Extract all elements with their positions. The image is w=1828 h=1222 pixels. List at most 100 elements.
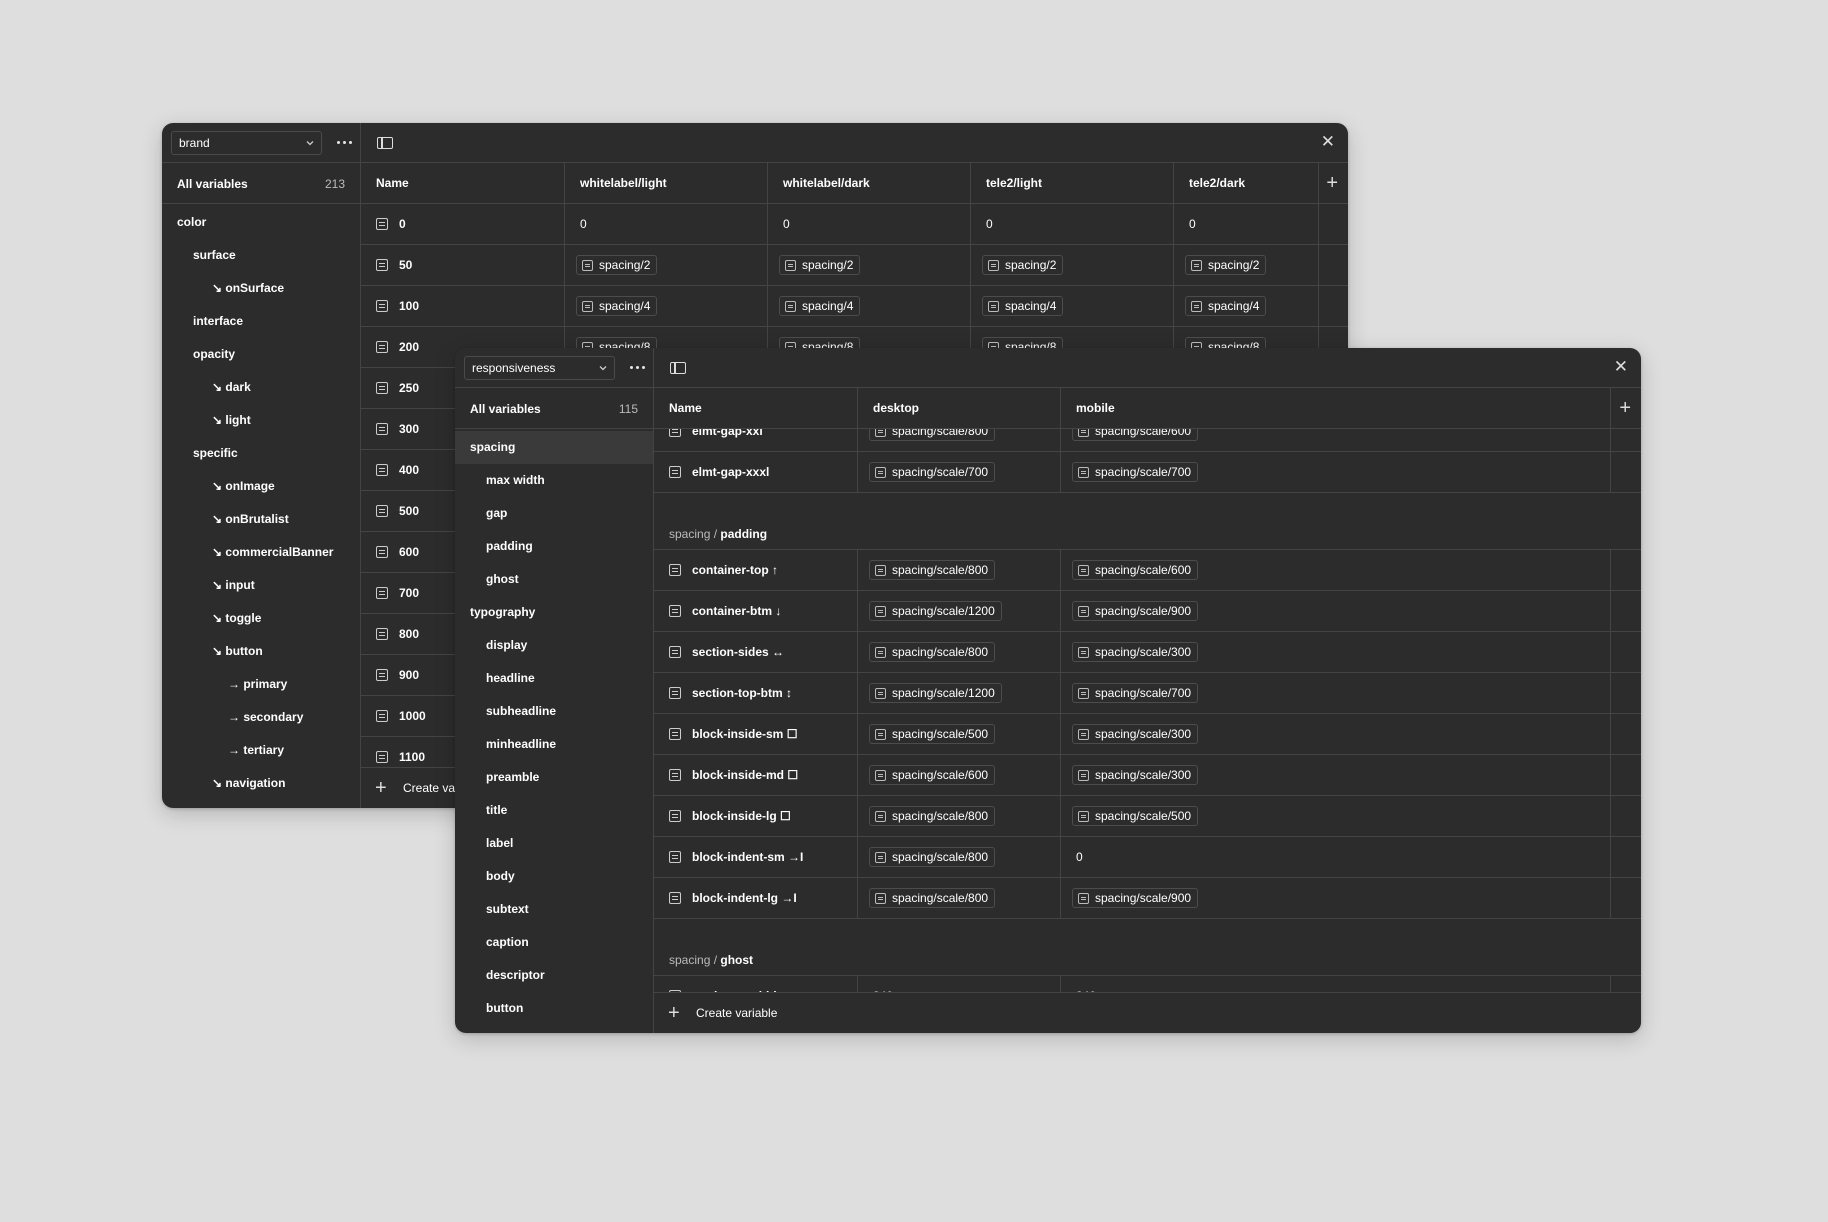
sidebar-toggle-icon[interactable]	[670, 362, 686, 374]
sidebar-group-item[interactable]: ↘ navigation	[162, 767, 360, 800]
collection-select[interactable]: responsiveness	[464, 356, 615, 380]
alias-chip[interactable]: spacing/scale/1200	[869, 683, 1002, 703]
sidebar-group-item[interactable]: body	[455, 860, 653, 893]
alias-chip[interactable]: spacing/2	[1185, 255, 1267, 275]
value-cell[interactable]: spacing/scale/800	[858, 550, 1061, 590]
alias-chip[interactable]: spacing/scale/500	[869, 724, 996, 744]
value-cell[interactable]: spacing/scale/300	[1061, 714, 1611, 754]
value-cell[interactable]: spacing/scale/800	[858, 796, 1061, 836]
alias-chip[interactable]: spacing/scale/300	[1072, 724, 1199, 744]
sidebar-group-item[interactable]: ↘ onSurface	[162, 272, 360, 305]
column-header[interactable]: whitelabel/light	[565, 163, 768, 203]
column-header[interactable]: Name	[361, 163, 565, 203]
name-cell[interactable]: 0	[361, 204, 565, 244]
sidebar-group-item[interactable]: interface	[162, 305, 360, 338]
sidebar-group-item[interactable]: → secondary	[162, 701, 360, 734]
alias-chip[interactable]: spacing/4	[982, 296, 1064, 316]
sidebar-group-item[interactable]: gap	[455, 497, 653, 530]
column-header[interactable]: tele2/dark	[1174, 163, 1319, 203]
table-row[interactable]: 100 spacing/4 spacing/4 spacing/4 spacing/4	[361, 286, 1348, 327]
sidebar-group-item[interactable]: color	[162, 206, 360, 239]
sidebar-group-item[interactable]: ↘ input	[162, 569, 360, 602]
value-cell[interactable]: spacing/scale/300	[1061, 755, 1611, 795]
sidebar-group-item[interactable]: ↘ button	[162, 635, 360, 668]
alias-chip[interactable]: spacing/2	[982, 255, 1064, 275]
collection-select[interactable]: brand	[171, 131, 322, 155]
sidebar-group-item[interactable]: max width	[455, 464, 653, 497]
name-cell[interactable]: block-indent-lg →I	[654, 878, 858, 918]
sidebar-group-item[interactable]: ghost	[455, 563, 653, 596]
table-row[interactable]: 50 spacing/2 spacing/2 spacing/2 spacing/2	[361, 245, 1348, 286]
add-column-icon[interactable]: +	[1326, 163, 1338, 203]
value-cell[interactable]: spacing/4	[565, 286, 768, 326]
alias-chip[interactable]: spacing/scale/300	[1072, 765, 1199, 785]
table-row[interactable]: block-indent-sm →I spacing/scale/800 0	[654, 837, 1641, 878]
name-cell[interactable]: elmt-gap-xxxl	[654, 452, 858, 492]
alias-chip[interactable]: spacing/4	[1185, 296, 1267, 316]
more-options-icon[interactable]	[630, 366, 645, 369]
sidebar-group-item[interactable]: surface	[162, 239, 360, 272]
value-cell[interactable]: spacing/scale/700	[858, 452, 1061, 492]
alias-chip[interactable]: spacing/scale/300	[1072, 642, 1199, 662]
create-variable-button[interactable]: + Create variable	[654, 992, 1641, 1033]
sidebar-group-item[interactable]: → primary	[162, 668, 360, 701]
alias-chip[interactable]: spacing/scale/700	[869, 462, 996, 482]
table-row[interactable]: section-sides ↔ spacing/scale/800 spacing/…	[654, 632, 1641, 673]
alias-chip[interactable]: spacing/scale/600	[1072, 429, 1199, 441]
table-row[interactable]: elmt-gap-xxl spacing/scale/800 spacing/sca…	[654, 429, 1641, 452]
sidebar-group-item[interactable]: → tertiary	[162, 734, 360, 767]
value-cell[interactable]: spacing/scale/600	[1061, 429, 1611, 451]
sidebar-group-item[interactable]: typography	[455, 596, 653, 629]
name-cell[interactable]: block-indent-sm →I	[654, 837, 858, 877]
column-header[interactable]: mobile	[1061, 388, 1611, 428]
value-cell[interactable]: spacing/4	[768, 286, 971, 326]
name-cell[interactable]: container-top ↑	[654, 550, 858, 590]
value-cell[interactable]: spacing/2	[1174, 245, 1319, 285]
value-cell[interactable]: spacing/scale/500	[858, 714, 1061, 754]
value-cell[interactable]: spacing/2	[565, 245, 768, 285]
value-cell[interactable]: spacing/scale/600	[1061, 550, 1611, 590]
column-header[interactable]: Name	[654, 388, 858, 428]
close-icon[interactable]: ✕	[1321, 132, 1335, 152]
sidebar-group-item[interactable]: label	[455, 827, 653, 860]
value-cell[interactable]: spacing/scale/600	[858, 755, 1061, 795]
table-row[interactable]: block-indent-lg →I spacing/scale/800 spaci…	[654, 878, 1641, 919]
sidebar-group-item[interactable]: preamble	[455, 761, 653, 794]
sidebar-group-item[interactable]: button	[455, 992, 653, 1025]
column-header[interactable]: desktop	[858, 388, 1061, 428]
alias-chip[interactable]: spacing/scale/800	[869, 429, 996, 441]
name-cell[interactable]: 100	[361, 286, 565, 326]
alias-chip[interactable]: spacing/scale/800	[869, 642, 996, 662]
sidebar-group-item[interactable]: headline	[455, 662, 653, 695]
value-cell[interactable]: 0	[1061, 837, 1611, 877]
value-cell[interactable]: spacing/scale/900	[1061, 878, 1611, 918]
value-cell[interactable]: spacing/2	[768, 245, 971, 285]
value-cell[interactable]: spacing/scale/500	[1061, 796, 1611, 836]
sidebar-group-item[interactable]: ↘ toggle	[162, 602, 360, 635]
table-row[interactable]: section-top-btm ↕ spacing/scale/1200 spaci…	[654, 673, 1641, 714]
value-cell[interactable]: spacing/2	[971, 245, 1174, 285]
all-variables-item[interactable]: All variables 115	[455, 388, 653, 429]
add-column-icon[interactable]: +	[1619, 388, 1631, 428]
value-cell[interactable]: spacing/scale/800	[858, 632, 1061, 672]
sidebar-group-item[interactable]: padding	[455, 530, 653, 563]
close-icon[interactable]: ✕	[1614, 357, 1628, 377]
alias-chip[interactable]: spacing/scale/800	[869, 888, 996, 908]
alias-chip[interactable]: spacing/4	[576, 296, 658, 316]
sidebar-group-item[interactable]: caption	[455, 926, 653, 959]
column-header[interactable]: whitelabel/dark	[768, 163, 971, 203]
alias-chip[interactable]: spacing/4	[779, 296, 861, 316]
value-cell[interactable]: 0	[768, 204, 971, 244]
sidebar-group-item[interactable]: subheadline	[455, 695, 653, 728]
sidebar-group-item[interactable]: descriptor	[455, 959, 653, 992]
name-cell[interactable]: block-inside-md ☐	[654, 755, 858, 795]
sidebar-group-item[interactable]: title	[455, 794, 653, 827]
sidebar-group-item[interactable]: subtext	[455, 893, 653, 926]
sidebar-group-item[interactable]: opacity	[162, 338, 360, 371]
alias-chip[interactable]: spacing/scale/500	[1072, 806, 1199, 826]
alias-chip[interactable]: spacing/scale/800	[869, 560, 996, 580]
value-cell[interactable]: 0	[565, 204, 768, 244]
table-row[interactable]: block-inside-md ☐ spacing/scale/600 spacin…	[654, 755, 1641, 796]
sidebar-group-item[interactable]: minheadline	[455, 728, 653, 761]
value-cell[interactable]: 0	[971, 204, 1174, 244]
